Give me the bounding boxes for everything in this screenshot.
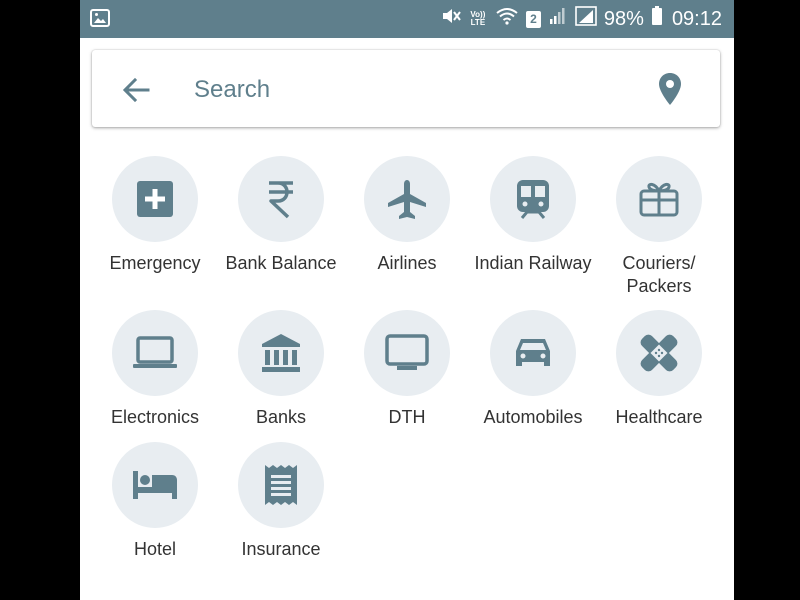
tv-icon bbox=[385, 334, 429, 370]
category-healthcare[interactable]: Healthcare bbox=[584, 310, 734, 429]
bandage-icon bbox=[640, 334, 678, 372]
airplane-icon bbox=[388, 180, 426, 219]
category-label: Healthcare bbox=[615, 407, 703, 427]
category-label: Insurance bbox=[241, 539, 321, 559]
category-grid: Emergency Bank Balance Airlines Indian R… bbox=[80, 0, 734, 600]
receipt-icon bbox=[265, 465, 297, 505]
train-icon bbox=[517, 180, 549, 219]
medical-plus-icon bbox=[137, 181, 173, 217]
laptop-icon bbox=[133, 336, 177, 368]
category-couriers-packers[interactable]: Couriers/ Packers bbox=[584, 156, 734, 298]
rupee-icon bbox=[269, 181, 293, 219]
app-screen: Vo)) LTE 2 98% 09:12 Search Emergency Ba… bbox=[80, 0, 734, 600]
car-icon bbox=[516, 339, 550, 366]
bed-icon bbox=[133, 471, 177, 499]
category-insurance[interactable]: Insurance bbox=[206, 442, 356, 561]
category-label: Couriers/ Packers bbox=[622, 253, 696, 296]
bank-icon bbox=[262, 334, 300, 372]
gift-icon bbox=[639, 182, 679, 217]
